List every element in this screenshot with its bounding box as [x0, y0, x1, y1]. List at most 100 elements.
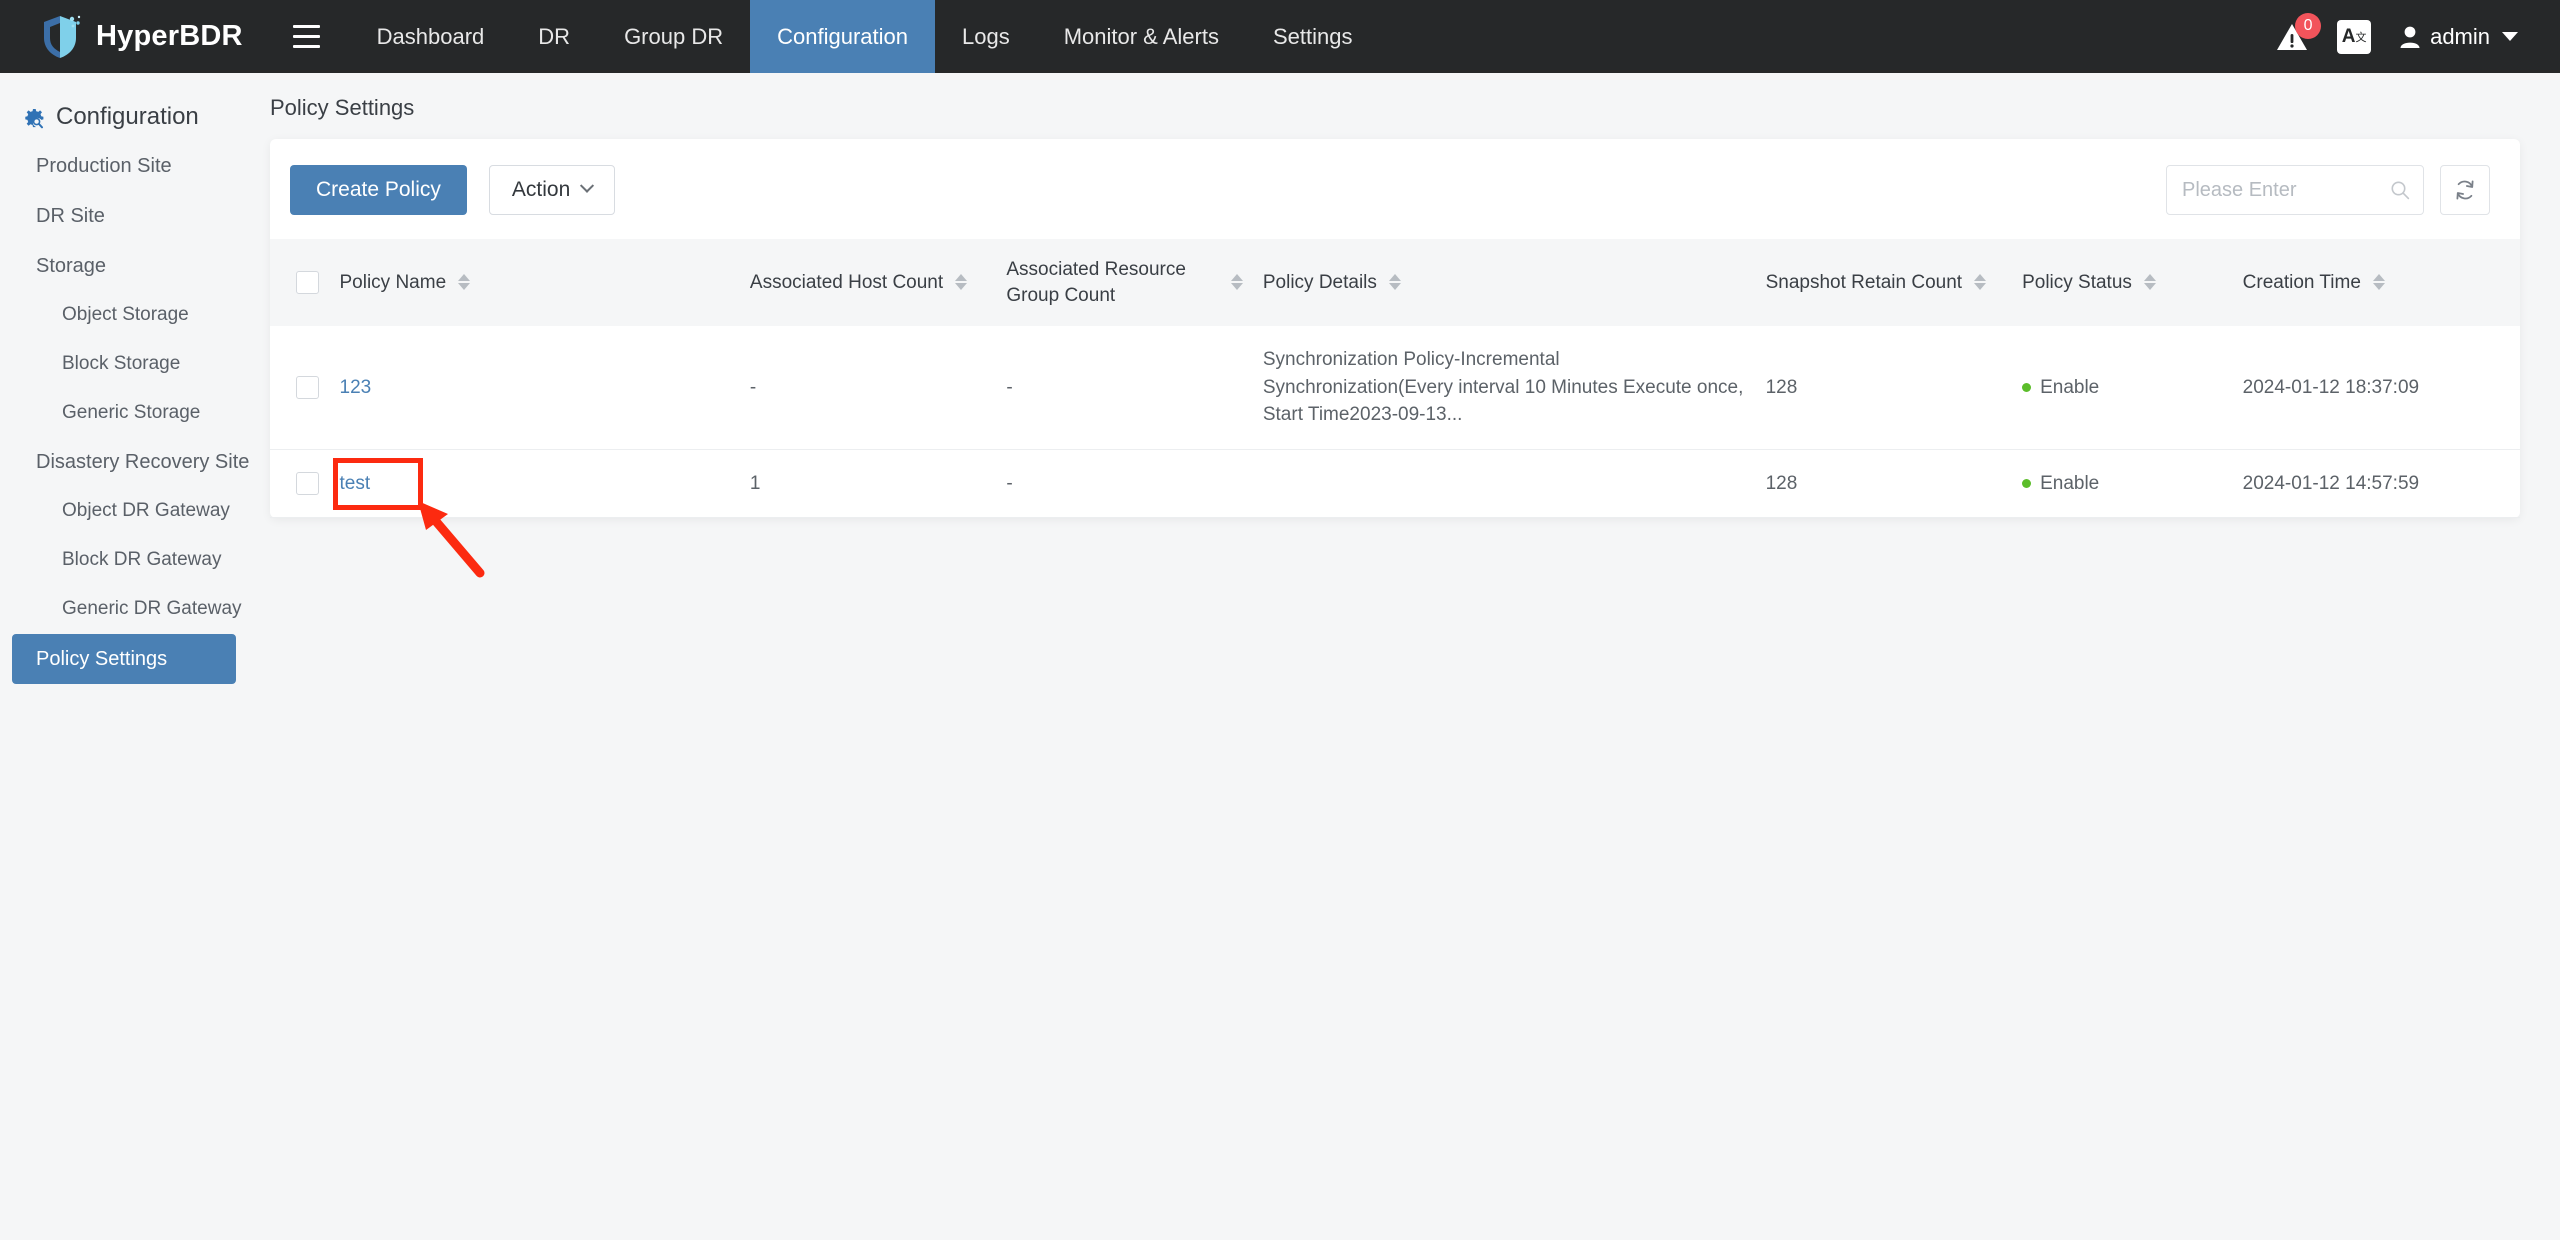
- sidebar-item-storage[interactable]: Storage: [0, 241, 270, 291]
- chevron-down-icon: [2502, 32, 2518, 41]
- cell-policy-details: Synchronization Policy-Incremental Synch…: [1252, 326, 1756, 450]
- sidebar-title: Configuration: [56, 103, 199, 130]
- row-select-cell: [270, 326, 330, 450]
- sidebar-item-object-dr-gateway[interactable]: Object DR Gateway: [0, 487, 270, 536]
- cell-associated-resource-group-count: -: [996, 449, 1253, 519]
- column-label-policy-details: Policy Details: [1262, 271, 1377, 293]
- column-label-policy-name: Policy Name: [339, 271, 447, 293]
- row-checkbox[interactable]: [296, 472, 319, 496]
- action-dropdown-button[interactable]: Action: [488, 165, 616, 215]
- status-dot-icon: [2022, 479, 2032, 489]
- cell-policy-status: Enable: [2012, 326, 2233, 450]
- refresh-button[interactable]: [2440, 165, 2490, 215]
- table-header: Policy Name Associated Host Count Associ…: [270, 239, 2520, 327]
- sort-icon[interactable]: [955, 273, 968, 290]
- cell-policy-name: 123: [329, 326, 740, 450]
- sidebar-item-block-dr-gateway[interactable]: Block DR Gateway: [0, 536, 270, 585]
- sort-icon[interactable]: [2144, 273, 2157, 290]
- policy-name-link[interactable]: test: [340, 473, 371, 494]
- create-policy-button[interactable]: Create Policy: [290, 165, 467, 215]
- nav-item-logs[interactable]: Logs: [935, 0, 1037, 73]
- column-label-creation-time: Creation Time: [2242, 271, 2361, 293]
- policy-name-link[interactable]: 123: [340, 377, 372, 398]
- sidebar-item-generic-storage[interactable]: Generic Storage: [0, 389, 270, 438]
- cell-associated-host-count: 1: [739, 449, 997, 519]
- sidebar: Configuration Production Site DR Site St…: [0, 73, 270, 1240]
- sidebar-item-production-site[interactable]: Production Site: [0, 141, 270, 191]
- sidebar-item-generic-dr-gateway[interactable]: Generic DR Gateway: [0, 585, 270, 634]
- user-menu[interactable]: admin: [2399, 24, 2518, 50]
- cell-policy-details: [1252, 449, 1756, 519]
- column-header-snapshot-retain-count[interactable]: Snapshot Retain Count: [1756, 239, 2012, 326]
- column-header-creation-time[interactable]: Creation Time: [2233, 239, 2520, 326]
- brand-logo-area[interactable]: HyperBDR: [0, 0, 263, 73]
- sort-icon[interactable]: [1230, 273, 1243, 290]
- cell-policy-name: test: [329, 449, 740, 519]
- status-dot-icon: [2022, 383, 2032, 393]
- refresh-icon: [2456, 180, 2474, 200]
- alert-bell-button[interactable]: 0: [2275, 12, 2322, 54]
- column-header-associated-resource-group-count[interactable]: Associated Resource Group Count: [996, 239, 1252, 326]
- top-navigation-bar: HyperBDR Dashboard DR Group DR Configura…: [0, 0, 2560, 73]
- policy-table-card: Create Policy Action Please Enter Policy…: [270, 139, 2520, 519]
- cell-policy-status: Enable: [2012, 449, 2233, 519]
- cell-creation-time: 2024-01-12 14:57:59: [2232, 449, 2520, 519]
- cell-snapshot-retain-count: 128: [1755, 326, 2013, 450]
- cell-snapshot-retain-count: 128: [1755, 449, 2013, 519]
- cell-associated-host-count: -: [739, 326, 997, 450]
- page-title: Policy Settings: [270, 95, 415, 120]
- cell-associated-resource-group-count: -: [996, 326, 1253, 450]
- nav-item-dashboard[interactable]: Dashboard: [350, 0, 512, 73]
- nav-item-dr[interactable]: DR: [511, 0, 597, 73]
- sidebar-item-policy-settings[interactable]: Policy Settings: [12, 633, 236, 684]
- cell-creation-time: 2024-01-12 18:37:09: [2232, 326, 2520, 450]
- nav-item-configuration[interactable]: Configuration: [750, 0, 935, 73]
- column-label-associated-resource-group-count: Associated Resource Group Count: [1006, 259, 1186, 306]
- nav-item-monitor-alerts[interactable]: Monitor & Alerts: [1037, 0, 1246, 73]
- language-switch-icon[interactable]: A文: [2337, 19, 2372, 54]
- sidebar-item-disastery-recovery-site[interactable]: Disastery Recovery Site: [0, 437, 270, 487]
- column-header-policy-details[interactable]: Policy Details: [1253, 239, 1756, 326]
- language-letter: A: [2341, 25, 2356, 47]
- sidebar-item-dr-site[interactable]: DR Site: [0, 191, 270, 241]
- language-sup: 文: [2355, 31, 2367, 44]
- policy-table: Policy Name Associated Host Count Associ…: [270, 239, 2520, 519]
- nav-item-group-dr[interactable]: Group DR: [597, 0, 750, 73]
- page-body: Configuration Production Site DR Site St…: [0, 73, 2560, 1240]
- hamburger-menu-icon[interactable]: [263, 0, 350, 73]
- row-checkbox[interactable]: [296, 376, 319, 400]
- column-header-policy-status[interactable]: Policy Status: [2012, 239, 2233, 326]
- brand-name: HyperBDR: [96, 20, 243, 52]
- user-avatar-icon: [2400, 26, 2420, 48]
- nav-item-settings[interactable]: Settings: [1246, 0, 1380, 73]
- alert-count-badge: 0: [2295, 12, 2322, 39]
- toolbar-right-group: [2166, 165, 2490, 215]
- main-content: Policy Settings Create Policy Action Ple…: [270, 73, 2560, 1240]
- table-header-row: Policy Name Associated Host Count Associ…: [270, 239, 2520, 327]
- column-header-associated-host-count[interactable]: Associated Host Count: [740, 239, 996, 326]
- hyperbdr-shield-icon: [44, 15, 81, 58]
- sidebar-title-row: Configuration: [0, 93, 270, 141]
- sort-icon[interactable]: [2373, 273, 2386, 290]
- status-label: Enable: [2040, 472, 2100, 494]
- sort-icon[interactable]: [1389, 273, 1402, 290]
- table-row[interactable]: test 1 - 128 Enable 2024-01-12 14:57:59: [270, 449, 2520, 519]
- column-label-associated-host-count: Associated Host Count: [749, 271, 944, 293]
- search-box: [2166, 165, 2424, 215]
- row-select-cell: [270, 449, 330, 519]
- column-label-policy-status: Policy Status: [2022, 271, 2132, 293]
- select-all-header: [270, 239, 330, 326]
- table-body: 123 - - Synchronization Policy-Increment…: [270, 326, 2520, 519]
- sort-icon[interactable]: [1974, 273, 1987, 290]
- column-header-policy-name[interactable]: Policy Name: [330, 239, 740, 326]
- select-all-checkbox[interactable]: [296, 271, 319, 295]
- sort-icon[interactable]: [458, 273, 471, 290]
- status-label: Enable: [2040, 376, 2100, 398]
- main-nav: Dashboard DR Group DR Configuration Logs…: [350, 0, 1380, 73]
- sidebar-item-block-storage[interactable]: Block Storage: [0, 340, 270, 389]
- table-row[interactable]: 123 - - Synchronization Policy-Increment…: [270, 326, 2520, 450]
- search-input[interactable]: [2166, 165, 2424, 215]
- chevron-down-icon: [580, 178, 595, 193]
- sidebar-item-object-storage[interactable]: Object Storage: [0, 291, 270, 340]
- top-bar-right-actions: 0 A文 admin: [2275, 0, 2560, 73]
